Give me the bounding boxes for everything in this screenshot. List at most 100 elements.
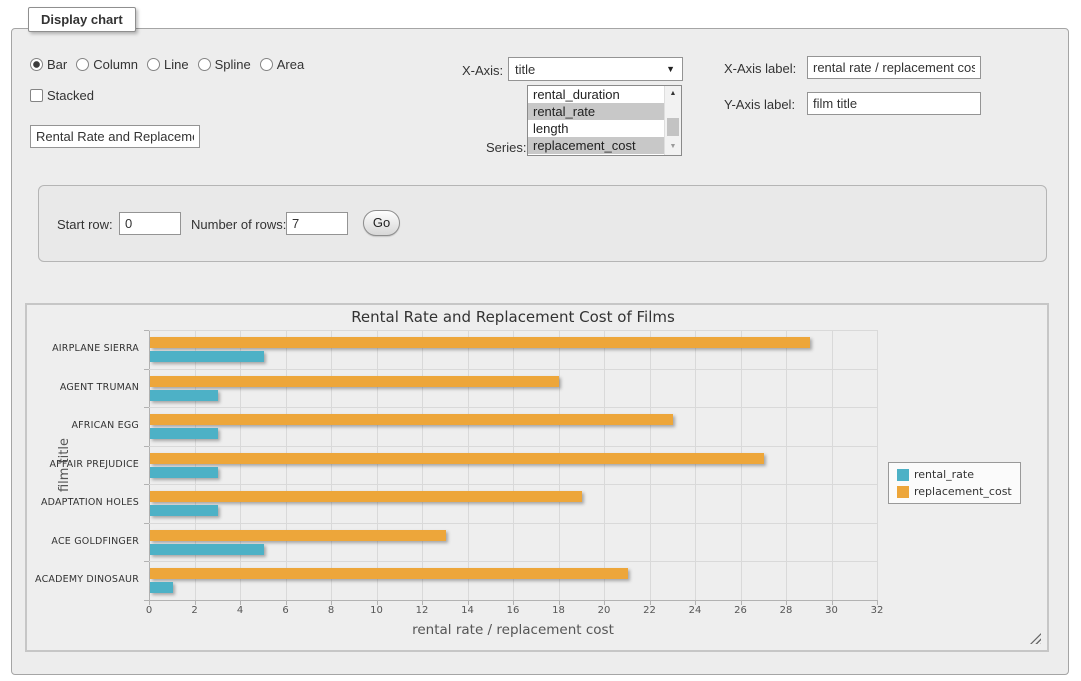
bar-rental_rate-airplane-sierra[interactable] (150, 351, 264, 362)
chart-type-line[interactable]: Line (147, 57, 189, 72)
x-tick-label-2: 2 (191, 605, 197, 616)
gridline-y-2 (149, 407, 877, 408)
x-tick-label-24: 24 (689, 605, 702, 616)
start-row-input[interactable] (119, 212, 181, 235)
x-axis-select[interactable]: title ▼ (508, 57, 683, 81)
bar-replacement_cost-academy-dinosaur[interactable] (150, 568, 628, 579)
series-option-rental_rate[interactable]: rental_rate (528, 103, 665, 120)
gridline-x-24 (695, 330, 696, 600)
gridline-x-26 (741, 330, 742, 600)
bar-replacement_cost-adaptation-holes[interactable] (150, 491, 582, 502)
dropdown-arrow-icon: ▼ (666, 64, 675, 74)
chart-type-radio-column[interactable] (76, 58, 89, 71)
resize-handle-icon[interactable] (1030, 633, 1041, 644)
bar-rental_rate-african-egg[interactable] (150, 428, 218, 439)
go-button[interactable]: Go (363, 210, 400, 236)
gridline-x-6 (286, 330, 287, 600)
x-tick-label-4: 4 (237, 605, 243, 616)
x-axis-title: rental rate / replacement cost (149, 622, 877, 638)
stacked-row[interactable]: Stacked (30, 88, 94, 103)
x-tick-label-18: 18 (552, 605, 565, 616)
legend-item-replacement_cost[interactable]: replacement_cost (897, 485, 1012, 498)
gridline-y-6 (149, 561, 877, 562)
x-axis-label-caption: X-Axis label: (724, 61, 796, 76)
chart-type-label-column: Column (93, 57, 138, 72)
chart-type-radio-line[interactable] (147, 58, 160, 71)
fieldset-legend: Display chart (28, 7, 136, 32)
x-tick-label-8: 8 (328, 605, 334, 616)
category-label-african-egg: AFRICAN EGG (27, 407, 139, 446)
chart-title: Rental Rate and Replacement Cost of Film… (149, 308, 877, 326)
x-tick-label-0: 0 (146, 605, 152, 616)
gridline-x-8 (331, 330, 332, 600)
y-tick-0 (144, 330, 149, 331)
bar-replacement_cost-agent-truman[interactable] (150, 376, 559, 387)
bar-replacement_cost-ace-goldfinger[interactable] (150, 530, 446, 541)
category-label-agent-truman: AGENT TRUMAN (27, 369, 139, 408)
chart-legend: rental_rate replacement_cost (888, 462, 1021, 504)
x-tick-labels: 02468101214161820222426283032 (149, 605, 877, 617)
gridline-y-7 (149, 600, 877, 601)
x-tick-label-20: 20 (598, 605, 611, 616)
y-axis-title: film title (57, 330, 72, 600)
y-axis-label-input[interactable] (807, 92, 981, 115)
category-labels: AIRPLANE SIERRAAGENT TRUMANAFRICAN EGGAF… (27, 330, 139, 600)
scroll-thumb[interactable] (667, 118, 679, 136)
chart-type-bar[interactable]: Bar (30, 57, 67, 72)
bar-rental_rate-academy-dinosaur[interactable] (150, 582, 173, 593)
series-option-rental_duration[interactable]: rental_duration (528, 86, 665, 103)
bar-replacement_cost-affair-prejudice[interactable] (150, 453, 764, 464)
series-option-replacement_cost[interactable]: replacement_cost (528, 137, 665, 154)
y-axis-label-caption: Y-Axis label: (724, 97, 795, 112)
chart-type-radio-spline[interactable] (198, 58, 211, 71)
bar-replacement_cost-african-egg[interactable] (150, 414, 673, 425)
gridline-x-0 (149, 330, 150, 600)
bar-rental_rate-ace-goldfinger[interactable] (150, 544, 264, 555)
gridline-x-12 (422, 330, 423, 600)
x-axis-label-input[interactable] (807, 56, 981, 79)
x-axis-select-label: X-Axis: (462, 63, 503, 78)
bar-rental_rate-adaptation-holes[interactable] (150, 505, 218, 516)
x-tick-label-16: 16 (507, 605, 520, 616)
x-tick-label-30: 30 (825, 605, 838, 616)
y-tick-6 (144, 561, 149, 562)
chart-type-radio-bar[interactable] (30, 58, 43, 71)
series-scrollbar[interactable]: ▲ ▼ (664, 86, 681, 155)
y-tick-4 (144, 484, 149, 485)
num-rows-input[interactable] (286, 212, 348, 235)
start-row-label: Start row: (57, 217, 113, 232)
bar-rental_rate-affair-prejudice[interactable] (150, 467, 218, 478)
stacked-label: Stacked (47, 88, 94, 103)
scroll-up-icon[interactable]: ▲ (665, 87, 681, 101)
gridline-x-14 (468, 330, 469, 600)
series-listbox[interactable]: ▲ ▼ rental_durationrental_ratelengthrepl… (527, 85, 682, 156)
legend-label-rental_rate: rental_rate (914, 468, 974, 481)
gridline-x-2 (195, 330, 196, 600)
bar-replacement_cost-airplane-sierra[interactable] (150, 337, 810, 348)
gridline-y-0 (149, 330, 877, 331)
series-option-length[interactable]: length (528, 120, 665, 137)
x-tick-label-6: 6 (282, 605, 288, 616)
category-label-adaptation-holes: ADAPTATION HOLES (27, 484, 139, 523)
chart-container: Rental Rate and Replacement Cost of Film… (25, 303, 1049, 652)
scroll-down-icon[interactable]: ▼ (665, 140, 681, 154)
chart-type-label-spline: Spline (215, 57, 251, 72)
chart-type-area[interactable]: Area (260, 57, 304, 72)
legend-item-rental_rate[interactable]: rental_rate (897, 468, 1012, 481)
chart-type-label-bar: Bar (47, 57, 67, 72)
plot-area (149, 330, 877, 600)
category-label-ace-goldfinger: ACE GOLDFINGER (27, 523, 139, 562)
stacked-checkbox[interactable] (30, 89, 43, 102)
chart-type-label-line: Line (164, 57, 189, 72)
chart-type-column[interactable]: Column (76, 57, 138, 72)
bar-rental_rate-agent-truman[interactable] (150, 390, 218, 401)
chart-title-input[interactable] (30, 125, 200, 148)
gridline-y-1 (149, 369, 877, 370)
gridline-x-32 (877, 330, 878, 600)
gridline-y-4 (149, 484, 877, 485)
gridline-x-4 (240, 330, 241, 600)
gridline-x-18 (559, 330, 560, 600)
chart-type-spline[interactable]: Spline (198, 57, 251, 72)
chart-type-group: Bar Column Line Spline Area (30, 57, 304, 72)
chart-type-radio-area[interactable] (260, 58, 273, 71)
